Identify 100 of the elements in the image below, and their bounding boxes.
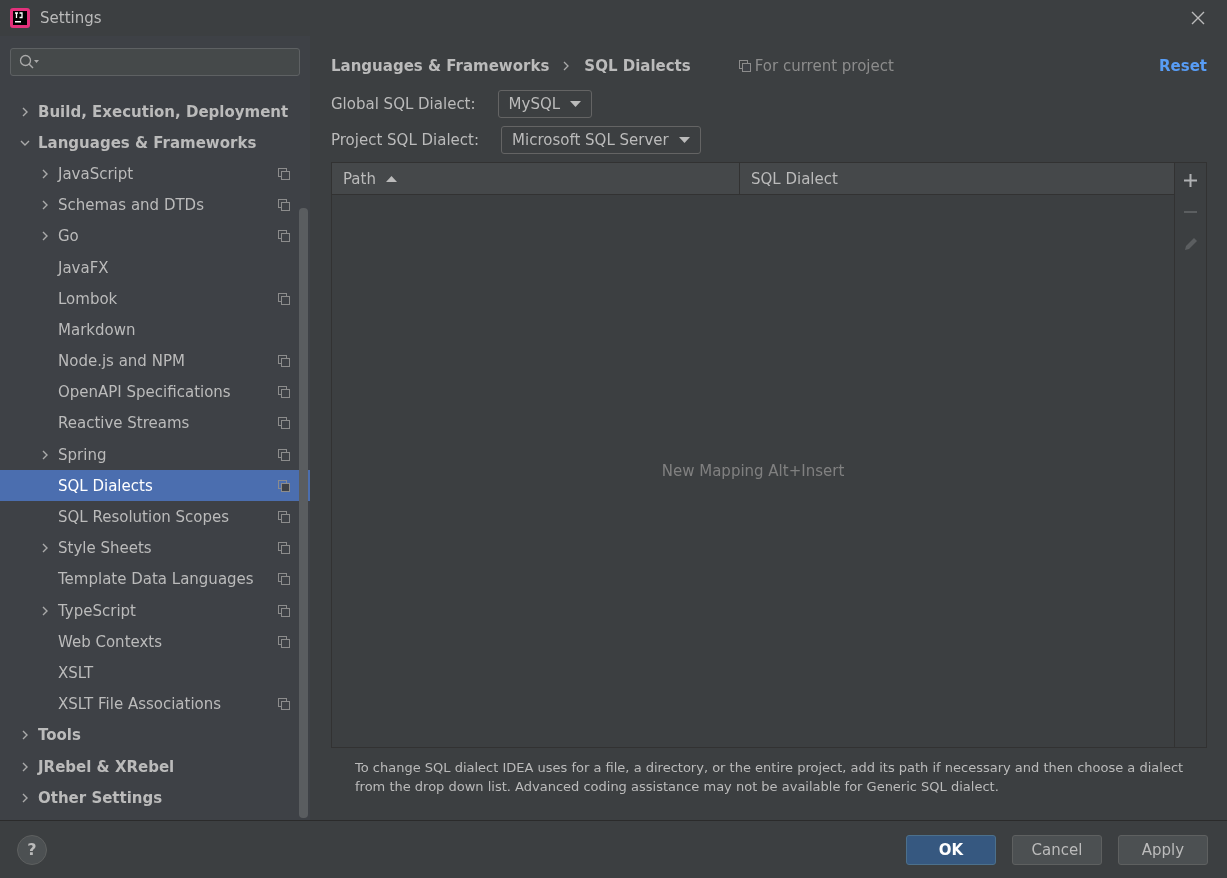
window-title: Settings [40,9,103,27]
tree-item-label: XSLT File Associations [58,695,223,714]
tree-item-label: TypeScript [58,601,137,620]
project-scope-icon [278,635,290,648]
breadcrumb-item: SQL Dialects [584,57,691,75]
chevron-right-icon[interactable] [20,106,30,117]
tree-item[interactable]: Spring [0,439,310,471]
reset-link[interactable]: Reset [1159,57,1207,75]
column-header[interactable]: SQL Dialect [740,163,1174,194]
search-icon [19,54,39,70]
tree-item-label: Go [58,227,80,246]
tree-item-label: Other Settings [38,788,164,807]
scope-label: For current project [754,57,894,75]
tree-item[interactable]: SQL Dialects [0,470,310,502]
field-label: Global SQL Dialect: [331,95,476,113]
project-scope-icon [278,448,290,461]
tree-item[interactable]: Markdown [0,314,310,346]
project-scope-icon [278,417,290,430]
tree-item-label: JavaScript [58,164,135,183]
tree-item-label: Reactive Streams [58,414,191,433]
project-scope-icon [278,542,290,555]
tree-item-label: Schemas and DTDs [58,196,205,215]
tree-item[interactable]: XSLT [0,657,310,689]
tree-item[interactable]: Style Sheets [0,532,310,564]
tree-item-label: Web Contexts [58,632,164,651]
dialect-dropdown[interactable]: MySQL [497,90,593,118]
dialect-dropdown[interactable]: Microsoft SQL Server [501,126,701,154]
project-scope-icon [278,479,290,492]
chevron-right-icon[interactable] [20,730,30,741]
chevron-right-icon[interactable] [40,168,50,179]
project-scope-icon [278,698,290,711]
tree-item[interactable]: Tools [0,719,310,751]
tree-item-label: Style Sheets [58,539,153,558]
chevron-right-icon[interactable] [40,200,50,211]
chevron-right-icon[interactable] [20,761,30,772]
project-scope-icon [278,604,290,617]
tree-item-label: Node.js and NPM [58,352,186,371]
tree-item[interactable]: SQL Resolution Scopes [0,501,310,533]
tree-item[interactable]: Lombok [0,283,310,315]
chevron-right-icon[interactable] [40,605,50,616]
help-text: To change SQL dialect IDEA uses for a file, a directory, or the entire project, add its path if necessary and then choose a dialect from the drop down list. Advanced coding assistance may not be available for Generic SQL dialect. [355,759,1185,796]
tree-item-label: Template Data Languages [58,570,255,589]
tree-item[interactable]: Schemas and DTDs [0,189,310,221]
pencil-icon [1183,237,1198,251]
close-icon[interactable] [1191,11,1205,25]
tree-item[interactable]: TypeScript [0,595,310,627]
tree-item-label: Build, Execution, Deployment [38,102,290,121]
tree-item[interactable]: Other Settings [0,782,310,814]
dialog-button[interactable]: OK [906,834,996,865]
tree-item[interactable]: Node.js and NPM [0,345,310,377]
tree-item[interactable]: XSLT File Associations [0,688,310,720]
tree-item[interactable]: Web Contexts [0,626,310,658]
tree-item-label: Spring [58,445,108,464]
chevron-right-icon[interactable] [40,231,50,242]
chevron-right-icon[interactable] [20,792,30,803]
chevron-right-icon[interactable] [40,449,50,460]
app-logo-icon [10,8,30,28]
tree-item-label: OpenAPI Specifications [58,383,232,402]
dropdown-arrow-icon [570,101,582,107]
tree-item-label: SQL Dialects [58,476,154,495]
project-scope-icon [278,292,290,305]
project-scope-icon [278,511,290,524]
tree-item-label: Languages & Frameworks [38,133,258,152]
project-scope-icon [738,60,751,72]
tree-item-label: JavaFX [58,258,110,277]
scrollbar[interactable] [299,208,308,818]
tree-item[interactable]: Reactive Streams [0,407,310,440]
tree-item-label: JRebel & XRebel [38,757,176,776]
tree-item[interactable]: JRebel & XRebel [0,750,310,783]
tree-item-label: XSLT [58,663,95,682]
tree-item[interactable]: OpenAPI Specifications [0,376,310,408]
tree-item[interactable]: Build, Execution, Deployment [0,96,310,128]
tree-item[interactable]: JavaScript [0,158,310,190]
project-scope-icon [278,199,290,212]
tree-item-label: Tools [38,726,82,745]
project-scope-icon [278,230,290,243]
search-field[interactable] [10,48,300,76]
empty-table-text: New Mapping Alt+Insert [661,462,845,480]
help-button[interactable]: ? [17,834,47,865]
dropdown-arrow-icon [678,137,690,143]
column-header[interactable]: Path [332,163,740,194]
add-icon [1184,173,1197,187]
chevron-right-icon[interactable] [40,543,50,554]
sort-ascending-icon [385,175,397,182]
chevron-right-icon [563,61,571,71]
breadcrumb-item: Languages & Frameworks [331,57,550,75]
tree-item[interactable]: JavaFX [0,251,310,284]
field-label: Project SQL Dialect: [331,131,480,149]
tree-item-label: Markdown [58,320,137,339]
tree-item[interactable]: Go [0,220,310,252]
project-scope-icon [278,355,290,368]
project-scope-icon [278,386,290,399]
tree-item[interactable]: Languages & Frameworks [0,127,310,159]
dialog-button[interactable]: Cancel [1012,834,1102,865]
tree-item-label: Lombok [58,289,119,308]
project-scope-icon [278,167,290,180]
project-scope-icon [278,573,290,586]
tree-item-label: SQL Resolution Scopes [58,508,231,527]
tree-item[interactable]: Template Data Languages [0,563,310,595]
dialog-button[interactable]: Apply [1118,834,1208,865]
